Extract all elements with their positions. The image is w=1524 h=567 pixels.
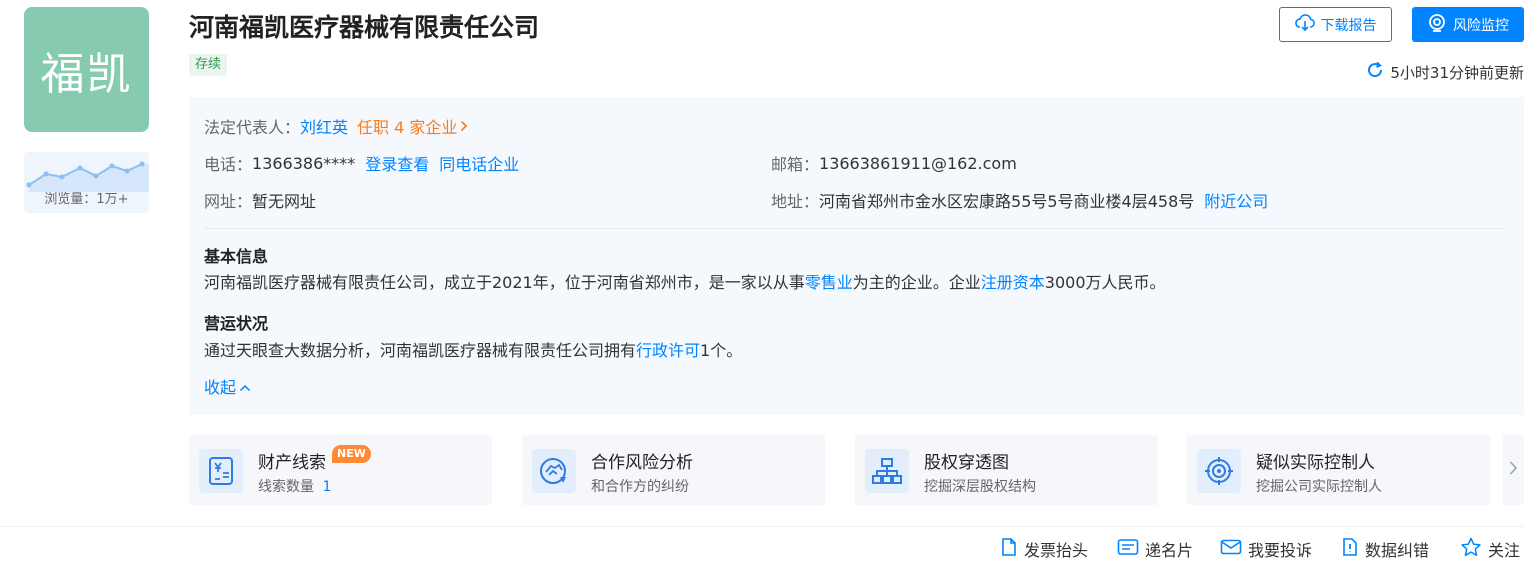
basic-info-title: 基本信息 [204,247,269,266]
complain-button[interactable]: 我要投诉 [1220,537,1312,561]
new-badge: NEW [332,445,371,463]
basic-info-text-part: 为主的企业。企业 [852,273,981,292]
data-correction-button[interactable]: 数据纠错 [1341,537,1429,561]
divider [204,228,1504,229]
business-card-label: 递名片 [1145,541,1194,560]
refresh-icon [1366,61,1384,83]
website-value: 暂无网址 [252,192,317,211]
document-icon [1000,537,1018,561]
complain-label: 我要投诉 [1248,541,1313,560]
phone-login-link[interactable]: 登录查看 [365,151,429,175]
legal-rep-name-link[interactable]: 刘红英 [300,114,348,138]
update-time[interactable]: 5小时31分钟前更新 [1366,61,1524,83]
star-icon [1460,537,1482,561]
business-card-button[interactable]: 递名片 [1117,537,1193,561]
collapse-toggle[interactable]: 收起 [204,374,251,398]
clue-count-value: 1 [322,479,332,495]
target-icon [1197,449,1241,493]
phone-row: 电话： 1366386**** 登录查看 同电话企业 [204,151,519,175]
registered-capital-link[interactable]: 注册资本 [981,273,1045,292]
edit-document-icon [1341,537,1359,561]
card-title: 股权穿透图 [924,453,1009,473]
views-panel: 浏览量：1万+ [24,152,149,213]
email-value: 13663861911@162.com [819,153,1017,173]
bottom-action-bar: 发票抬头 递名片 我要投诉 数据纠错 关注 [0,526,1524,567]
risk-monitor-button[interactable]: 风险监控 [1412,7,1524,42]
basic-info-text-part: 河南福凯医疗器械有限责任公司，成立于2021年，位于河南省郑州市，是一家以从事 [204,273,805,292]
clue-document-icon [199,449,243,493]
same-phone-link[interactable]: 同电话企业 [439,151,519,175]
card-actual-controller[interactable]: 疑似实际控制人 挖掘公司实际控制人 [1187,435,1490,505]
handshake-risk-icon [532,449,576,493]
status-badge: 存续 [189,54,228,76]
card-property-clues[interactable]: 财产线索 NEW 线索数量 1 [189,435,492,505]
collapse-label: 收起 [204,378,237,397]
card-title: 财产线索 [258,453,326,473]
card-subtitle: 挖掘深层股权结构 [924,479,1036,495]
basic-info-text-part: 3000万人民币。 [1044,273,1166,292]
card-title: 疑似实际控制人 [1256,453,1375,473]
views-label: 浏览量：1万+ [44,192,129,207]
basic-info-text: 河南福凯医疗器械有限责任公司，成立于2021年，位于河南省郑州市，是一家以从事零… [204,269,1166,293]
legal-rep-roles-link[interactable]: 任职 4 家企业 [357,114,457,138]
risk-monitor-label: 风险监控 [1453,17,1509,34]
legal-rep-row: 法定代表人： 刘红英 任职 4 家企业 [204,114,468,138]
follow-label: 关注 [1488,541,1521,560]
legal-rep-label: 法定代表人： [204,118,301,137]
operation-text-part: 通过天眼查大数据分析，河南福凯医疗器械有限责任公司拥有 [204,341,637,360]
card-cooperation-risk[interactable]: 合作风险分析 和合作方的纠纷 [522,435,825,505]
address-row: 地址： 河南省郑州市金水区宏康路55号5号商业楼4层458号 附近公司 [771,188,1268,212]
chevron-up-icon [239,377,251,396]
chevron-right-icon [1509,460,1518,480]
business-card-icon [1117,538,1139,560]
card-subtitle: 挖掘公司实际控制人 [1256,479,1382,495]
follow-button[interactable]: 关注 [1460,537,1520,561]
location-target-icon [1427,13,1447,37]
operation-text-part: 1个。 [700,341,743,360]
website-label: 网址： [204,192,253,211]
invoice-title-label: 发票抬头 [1024,541,1089,560]
company-logo: 福凯 [24,7,149,132]
clue-count-label: 线索数量 [258,479,314,495]
phone-value: 1366386**** [252,153,356,173]
download-report-button[interactable]: 下载报告 [1279,7,1392,42]
views-sparkline [26,161,149,192]
website-row: 网址： 暂无网址 [204,188,316,212]
cloud-download-icon [1294,13,1315,36]
nearby-companies-link[interactable]: 附近公司 [1204,188,1268,212]
operation-text: 通过天眼查大数据分析，河南福凯医疗器械有限责任公司拥有行政许可1个。 [204,337,742,361]
operation-title: 营运状况 [204,314,269,333]
email-label: 邮箱： [771,155,820,174]
company-name: 河南福凯医疗器械有限责任公司 [189,13,540,42]
cards-next-button[interactable] [1503,435,1524,505]
address-label: 地址： [771,192,820,211]
org-chart-icon [865,449,909,493]
address-value: 河南省郑州市金水区宏康路55号5号商业楼4层458号 [819,192,1195,211]
data-correction-label: 数据纠错 [1365,541,1430,560]
admin-license-link[interactable]: 行政许可 [636,341,700,360]
info-panel: 法定代表人： 刘红英 任职 4 家企业 电话： 1366386**** 登录查看… [189,97,1524,415]
card-subtitle: 和合作方的纠纷 [591,479,689,495]
email-row: 邮箱： 13663861911@162.com [771,151,1017,175]
industry-link[interactable]: 零售业 [805,273,853,292]
chevron-right-icon [460,117,468,136]
card-subtitle: 线索数量 1 [258,476,331,496]
card-title: 合作风险分析 [591,453,693,473]
mail-icon [1220,538,1242,560]
update-time-label: 5小时31分钟前更新 [1390,63,1524,82]
card-equity-penetration[interactable]: 股权穿透图 挖掘深层股权结构 [855,435,1158,505]
invoice-title-button[interactable]: 发票抬头 [1000,537,1088,561]
phone-label: 电话： [204,155,253,174]
download-report-label: 下载报告 [1320,17,1377,34]
